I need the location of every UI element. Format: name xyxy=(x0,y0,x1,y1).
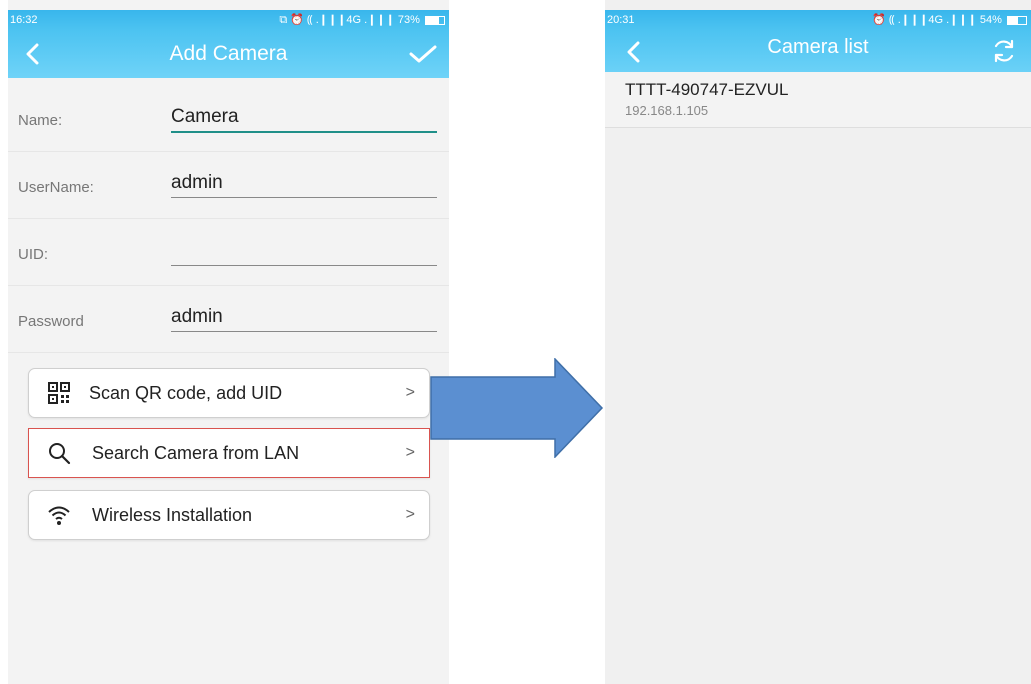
flow-arrow-icon xyxy=(430,358,604,458)
password-label: Password xyxy=(18,313,84,330)
refresh-icon[interactable] xyxy=(991,38,1017,64)
scan-qr-button[interactable]: Scan QR code, add UID > xyxy=(28,368,430,418)
search-icon xyxy=(49,443,71,465)
uid-input[interactable] xyxy=(171,237,437,266)
wireless-installation-button[interactable]: Wireless Installation > xyxy=(28,490,430,540)
username-input[interactable] xyxy=(171,169,437,198)
username-row: UserName: xyxy=(8,152,449,219)
battery-percent: 54% xyxy=(979,14,1002,26)
scan-qr-label: Scan QR code, add UID xyxy=(89,383,283,403)
list-item[interactable]: TTTT-490747-EZVUL 192.168.1.105 xyxy=(605,72,1031,128)
camera-name: TTTT-490747-EZVUL xyxy=(625,80,789,99)
status-icons: ⏰ ⸨ .❙❙❙4G .❙❙❙ 54% xyxy=(872,10,1027,30)
chevron-right-icon: > xyxy=(405,384,415,401)
title-bar: Add Camera xyxy=(8,30,449,78)
battery-percent: 73% xyxy=(397,14,420,26)
chevron-right-icon: > xyxy=(405,444,415,461)
name-row: Name: xyxy=(8,85,449,152)
add-camera-screen: 16:32 ⧉ ⏰ ⸨ .❙❙❙4G .❙❙❙ 73% Add Camera N… xyxy=(8,0,449,684)
qr-code-icon xyxy=(48,382,70,404)
name-label: Name: xyxy=(18,112,63,129)
battery-icon xyxy=(1007,15,1027,25)
status-time: 20:31 xyxy=(607,14,635,26)
status-indicators: ⏰ ⸨ .❙❙❙4G .❙❙❙ xyxy=(872,14,977,26)
battery-level xyxy=(426,16,440,24)
battery-icon xyxy=(425,15,445,25)
chevron-right-icon: > xyxy=(405,506,415,523)
name-input[interactable] xyxy=(171,103,437,133)
username-label: UserName: xyxy=(18,179,94,196)
search-lan-button[interactable]: Search Camera from LAN > xyxy=(28,428,430,478)
wifi-icon xyxy=(48,506,70,525)
page-title: Camera list xyxy=(767,36,869,58)
status-icons: ⧉ ⏰ ⸨ .❙❙❙4G .❙❙❙ 73% xyxy=(279,10,445,30)
title-bar: Camera list xyxy=(605,30,1031,78)
camera-list-screen: 20:31 ⏰ ⸨ .❙❙❙4G .❙❙❙ 54% Camera list TT… xyxy=(605,0,1031,684)
status-bar: 20:31 ⏰ ⸨ .❙❙❙4G .❙❙❙ 54% xyxy=(605,10,1031,30)
status-bar: 16:32 ⧉ ⏰ ⸨ .❙❙❙4G .❙❙❙ 73% xyxy=(8,10,449,30)
battery-level xyxy=(1008,16,1018,24)
camera-list: TTTT-490747-EZVUL 192.168.1.105 xyxy=(605,72,1031,684)
camera-ip: 192.168.1.105 xyxy=(625,103,709,118)
password-input[interactable] xyxy=(171,303,437,332)
password-row: Password xyxy=(8,286,449,353)
wireless-installation-label: Wireless Installation xyxy=(92,505,253,525)
status-indicators: ⧉ ⏰ ⸨ .❙❙❙4G .❙❙❙ xyxy=(279,14,395,26)
status-time: 16:32 xyxy=(10,14,38,26)
uid-row: UID: xyxy=(8,219,449,286)
confirm-checkmark-icon[interactable] xyxy=(409,43,437,65)
page-title: Add Camera xyxy=(169,42,288,65)
uid-label: UID: xyxy=(18,246,48,263)
search-lan-label: Search Camera from LAN xyxy=(92,443,300,463)
add-camera-form: Name: UserName: UID: Password xyxy=(8,78,449,684)
